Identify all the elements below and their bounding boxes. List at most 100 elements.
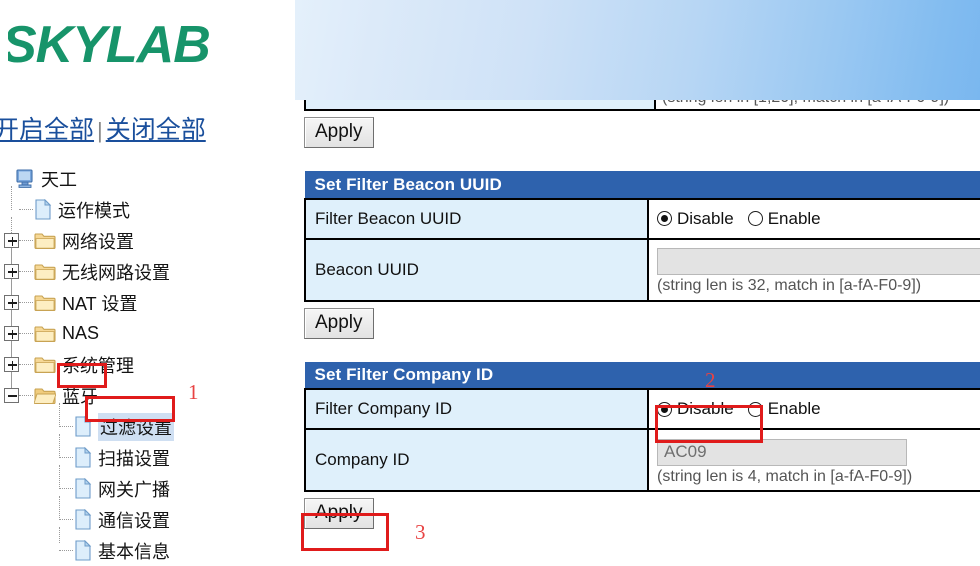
tree-item-filter-settings[interactable]: 过滤设置	[0, 403, 295, 442]
tree-item-basic-info[interactable]: 基本信息	[0, 527, 295, 566]
tree-label: 无线网路设置	[62, 262, 170, 283]
page-icon	[34, 199, 52, 220]
page-icon	[74, 509, 92, 530]
tree-item-bluetooth[interactable]: 蓝牙	[0, 372, 295, 411]
table-row: (string len in [1,20], match in [a-fA-F0…	[304, 100, 980, 111]
tree-rail	[59, 465, 60, 489]
label-beacon-uuid: Beacon UUID	[304, 237, 649, 302]
link-separator: |	[97, 118, 103, 143]
beacon-uuid-hint: (string len is 32, match in [a-fA-F0-9])	[657, 277, 922, 294]
radio-button-icon[interactable]	[747, 401, 763, 417]
expand-toggle-icon[interactable]	[4, 357, 19, 372]
tree-item-wireless-settings[interactable]: 无线网路设置	[0, 248, 295, 296]
collapse-toggle-icon[interactable]	[4, 388, 19, 403]
tree-item-communication-settings[interactable]: 通信设置	[0, 496, 295, 535]
tree-connector	[19, 364, 33, 365]
folder-icon	[34, 355, 56, 374]
table-row: Beacon UUID (string len is 32, match in …	[304, 237, 980, 302]
section-title-beacon-uuid: Set Filter Beacon UUID	[304, 171, 980, 199]
partial-hint-text: (string len in [1,20], match in [a-fA-F0…	[662, 100, 949, 107]
sidebar: SKYLAB 开启全部 | 关闭全部 天工 运作模式 网络设置 无线网路设置 N…	[0, 0, 295, 566]
tree-connector	[19, 302, 33, 303]
company-id-input[interactable]	[657, 438, 907, 466]
expand-toggle-icon[interactable]	[4, 233, 19, 248]
annotation-number-3: 3	[415, 520, 426, 544]
main-content: (string len in [1,20], match in [a-fA-F0…	[295, 0, 980, 566]
tree-connector	[59, 488, 73, 489]
tree-rail	[59, 403, 60, 427]
expand-toggle-icon[interactable]	[4, 264, 19, 279]
tree-connector	[59, 457, 73, 458]
tree-connector	[19, 395, 33, 396]
page-icon	[74, 478, 92, 499]
apply-button-beacon-uuid[interactable]: Apply	[304, 307, 374, 339]
label-filter-beacon-uuid: Filter Beacon UUID	[304, 197, 649, 240]
value-filter-beacon-uuid: Disable Enable	[647, 197, 980, 240]
radio-disable-beacon-uuid[interactable]: Disable	[657, 209, 734, 229]
value-company-id: (string len is 4, match in [a-fA-F0-9])	[647, 428, 980, 492]
tree-item-gateway-broadcast[interactable]: 网关广播	[0, 465, 295, 504]
radio-button-selected-icon[interactable]	[657, 401, 672, 417]
tree-item-operation-mode[interactable]: 运作模式	[0, 186, 295, 225]
tree-rail	[11, 310, 12, 326]
partial-label-cell	[304, 100, 656, 111]
skylab-logo: SKYLAB	[8, 16, 248, 74]
label-company-id: Company ID	[304, 428, 649, 492]
tree-connector	[19, 240, 33, 241]
tree-connector	[59, 426, 73, 427]
radio-enable-beacon-uuid[interactable]: Enable	[747, 209, 821, 229]
tree-item-system-management[interactable]: 系统管理	[0, 341, 295, 389]
radio-group-filter-company-id: Disable Enable	[657, 399, 980, 419]
radio-label: Disable	[677, 208, 734, 228]
radio-button-icon[interactable]	[747, 211, 763, 226]
tree-label: NAS	[62, 323, 100, 343]
header-banner	[295, 0, 980, 100]
radio-label: Disable	[677, 399, 734, 418]
expand-all-link[interactable]: 开启全部	[0, 116, 94, 144]
tree-rail	[11, 372, 12, 388]
annotation-number-2: 2	[705, 368, 716, 392]
label-filter-company-id: Filter Company ID	[304, 388, 649, 430]
radio-disable-company-id[interactable]: Disable	[657, 399, 734, 419]
tree-item-nat-settings[interactable]: NAT 设置	[0, 279, 295, 327]
tree-item-root[interactable]: 天工	[0, 163, 295, 194]
tree-item-network-settings[interactable]: 网络设置	[0, 217, 295, 265]
value-beacon-uuid: (string len is 32, match in [a-fA-F0-9])	[647, 237, 980, 302]
radio-button-selected-icon[interactable]	[657, 211, 672, 226]
tree-rail	[11, 279, 12, 295]
radio-label: Enable	[767, 399, 821, 418]
table-row: Filter Company ID Disable Enable	[304, 388, 980, 430]
partial-value-cell: (string len in [1,20], match in [a-fA-F0…	[654, 100, 980, 111]
tree-connector	[19, 271, 33, 272]
tree-rail	[11, 217, 12, 233]
partial-row-above: (string len in [1,20], match in [a-fA-F0…	[304, 100, 980, 111]
radio-enable-company-id[interactable]: Enable	[747, 399, 821, 419]
tree-item-scan-settings[interactable]: 扫描设置	[0, 434, 295, 473]
tree-toggle-links: 开启全部 | 关闭全部	[0, 110, 206, 146]
folder-icon	[34, 293, 56, 312]
apply-button-top[interactable]: Apply	[304, 117, 374, 148]
tree-label-selected: 过滤设置	[98, 412, 174, 441]
expand-toggle-icon[interactable]	[4, 326, 19, 341]
tree-rail	[11, 341, 12, 357]
tree-label: 基本信息	[98, 541, 170, 562]
table-row: Filter Beacon UUID Disable Enable	[304, 197, 980, 240]
tree-label: NAT 设置	[62, 293, 138, 314]
tree-label: 运作模式	[58, 200, 130, 221]
tree-connector	[19, 209, 33, 210]
apply-button-company-id[interactable]: Apply	[304, 498, 374, 529]
tree-item-nas[interactable]: NAS	[0, 310, 295, 358]
page-icon	[74, 416, 92, 437]
tree-label: 系统管理	[62, 355, 134, 376]
section-header-row: Set Filter Company ID	[304, 361, 980, 390]
folder-open-icon	[34, 386, 56, 405]
beacon-uuid-input[interactable]	[657, 248, 980, 275]
collapse-all-link[interactable]: 关闭全部	[106, 116, 206, 144]
tree-connector	[19, 333, 33, 334]
radio-group-filter-beacon-uuid: Disable Enable	[657, 209, 980, 229]
expand-toggle-icon[interactable]	[4, 295, 19, 310]
tree-label: 扫描设置	[98, 448, 170, 469]
tree-label: 蓝牙	[62, 386, 98, 407]
tree-rail	[59, 496, 60, 520]
